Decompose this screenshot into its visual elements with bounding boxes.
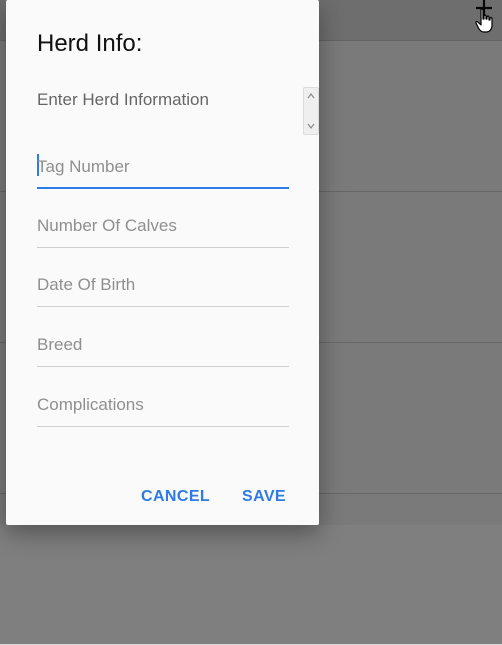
herd-info-dialog: Herd Info: Enter Herd Information Tag Nu… — [6, 0, 319, 525]
complications-placeholder: Complications — [37, 395, 144, 414]
tag-number-placeholder: Tag Number — [37, 157, 130, 176]
complications-field[interactable]: Complications — [37, 377, 289, 427]
dialog-title: Herd Info: — [37, 30, 143, 57]
cancel-button[interactable]: CANCEL — [141, 488, 210, 506]
field-underline — [37, 366, 289, 367]
save-button[interactable]: SAVE — [242, 488, 286, 506]
message-scrollbar[interactable] — [303, 87, 319, 135]
field-underline — [37, 187, 289, 189]
chevron-down-icon[interactable] — [307, 122, 315, 130]
chevron-up-icon[interactable] — [307, 92, 315, 100]
tag-number-field[interactable]: Tag Number — [37, 139, 289, 189]
dialog-message: Enter Herd Information — [37, 90, 209, 109]
breed-field[interactable]: Breed — [37, 317, 289, 367]
number-of-calves-placeholder: Number Of Calves — [37, 216, 177, 235]
date-of-birth-placeholder: Date Of Birth — [37, 275, 136, 294]
field-underline — [37, 247, 289, 248]
number-of-calves-field[interactable]: Number Of Calves — [37, 198, 289, 248]
breed-placeholder: Breed — [37, 335, 83, 354]
field-underline — [37, 426, 289, 427]
hand-pointer-icon — [475, 8, 493, 33]
field-underline — [37, 306, 289, 307]
date-of-birth-field[interactable]: Date Of Birth — [37, 257, 289, 307]
